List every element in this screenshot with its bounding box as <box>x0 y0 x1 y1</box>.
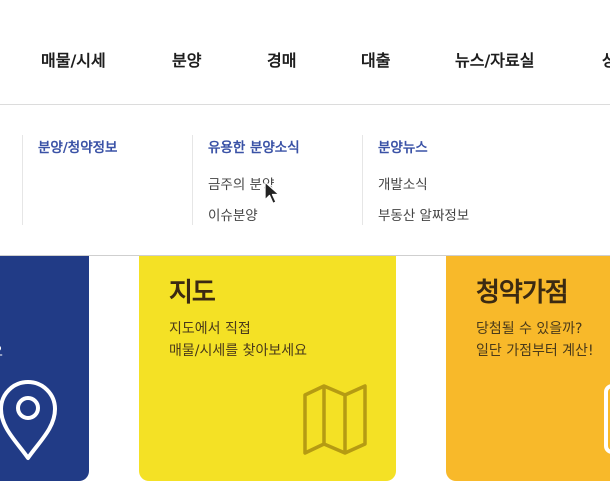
nav-item-listings[interactable]: 매물/시세 <box>41 51 106 71</box>
card-score-desc: 당첨될 수 있을까? 일단 가점부터 계산! <box>476 318 594 362</box>
mouse-cursor-icon <box>264 181 284 211</box>
card-map-desc-line: 매물/시세를 찾아보세요 <box>169 343 307 359</box>
location-pin-icon <box>0 376 61 466</box>
menu-link-real-estate-tips[interactable]: 부동산 알짜정보 <box>378 204 469 224</box>
card-blue-desc: 요 <box>0 341 3 361</box>
card-map-title: 지도 <box>169 278 216 308</box>
presale-dropdown-menu: 분양/청약정보 유용한 분양소식 금주의 분양 이슈분양 분양뉴스 개발소식 부… <box>0 105 610 256</box>
menu-link-issue-presale[interactable]: 이슈분양 <box>208 204 258 224</box>
menu-column-subscription-info: 분양/청약정보 <box>22 135 191 225</box>
menu-title-presale-news[interactable]: 분양뉴스 <box>378 136 428 156</box>
top-navigation: 매물/시세 분양 경매 대출 뉴스/자료실 상 <box>0 0 610 104</box>
menu-title-useful-news[interactable]: 유용한 분양소식 <box>208 136 300 156</box>
card-score-desc-line: 일단 가점부터 계산! <box>476 343 594 359</box>
nav-item-presale[interactable]: 분양 <box>172 51 201 71</box>
calculator-icon <box>604 384 610 458</box>
card-map-desc: 지도에서 직접 매물/시세를 찾아보세요 <box>169 318 307 362</box>
card-subscription-score[interactable]: 청약가점 당첨될 수 있을까? 일단 가점부터 계산! <box>446 256 610 481</box>
card-score-title: 청약가점 <box>476 278 569 308</box>
folded-map-icon <box>303 383 367 459</box>
card-map-desc-line: 지도에서 직접 <box>169 321 251 337</box>
card-blue[interactable]: 요 <box>0 256 89 481</box>
nav-item-loan[interactable]: 대출 <box>361 51 390 71</box>
menu-column-presale-news: 분양뉴스 개발소식 부동산 알짜정보 <box>362 135 583 225</box>
nav-item-auction[interactable]: 경매 <box>267 51 296 71</box>
nav-item-more[interactable]: 상 <box>602 51 610 71</box>
nav-item-news[interactable]: 뉴스/자료실 <box>455 51 534 71</box>
feature-cards: 요 지도 지도에서 직접 매물/시세를 찾아보세요 청약가점 당첨될 수 있을까… <box>0 256 610 487</box>
card-score-desc-line: 당첨될 수 있을까? <box>476 321 583 337</box>
menu-title-subscription-info[interactable]: 분양/청약정보 <box>38 136 117 156</box>
menu-link-development-news[interactable]: 개발소식 <box>378 173 428 193</box>
card-map[interactable]: 지도 지도에서 직접 매물/시세를 찾아보세요 <box>139 256 396 481</box>
menu-column-useful-news: 유용한 분양소식 금주의 분양 이슈분양 <box>192 135 361 225</box>
